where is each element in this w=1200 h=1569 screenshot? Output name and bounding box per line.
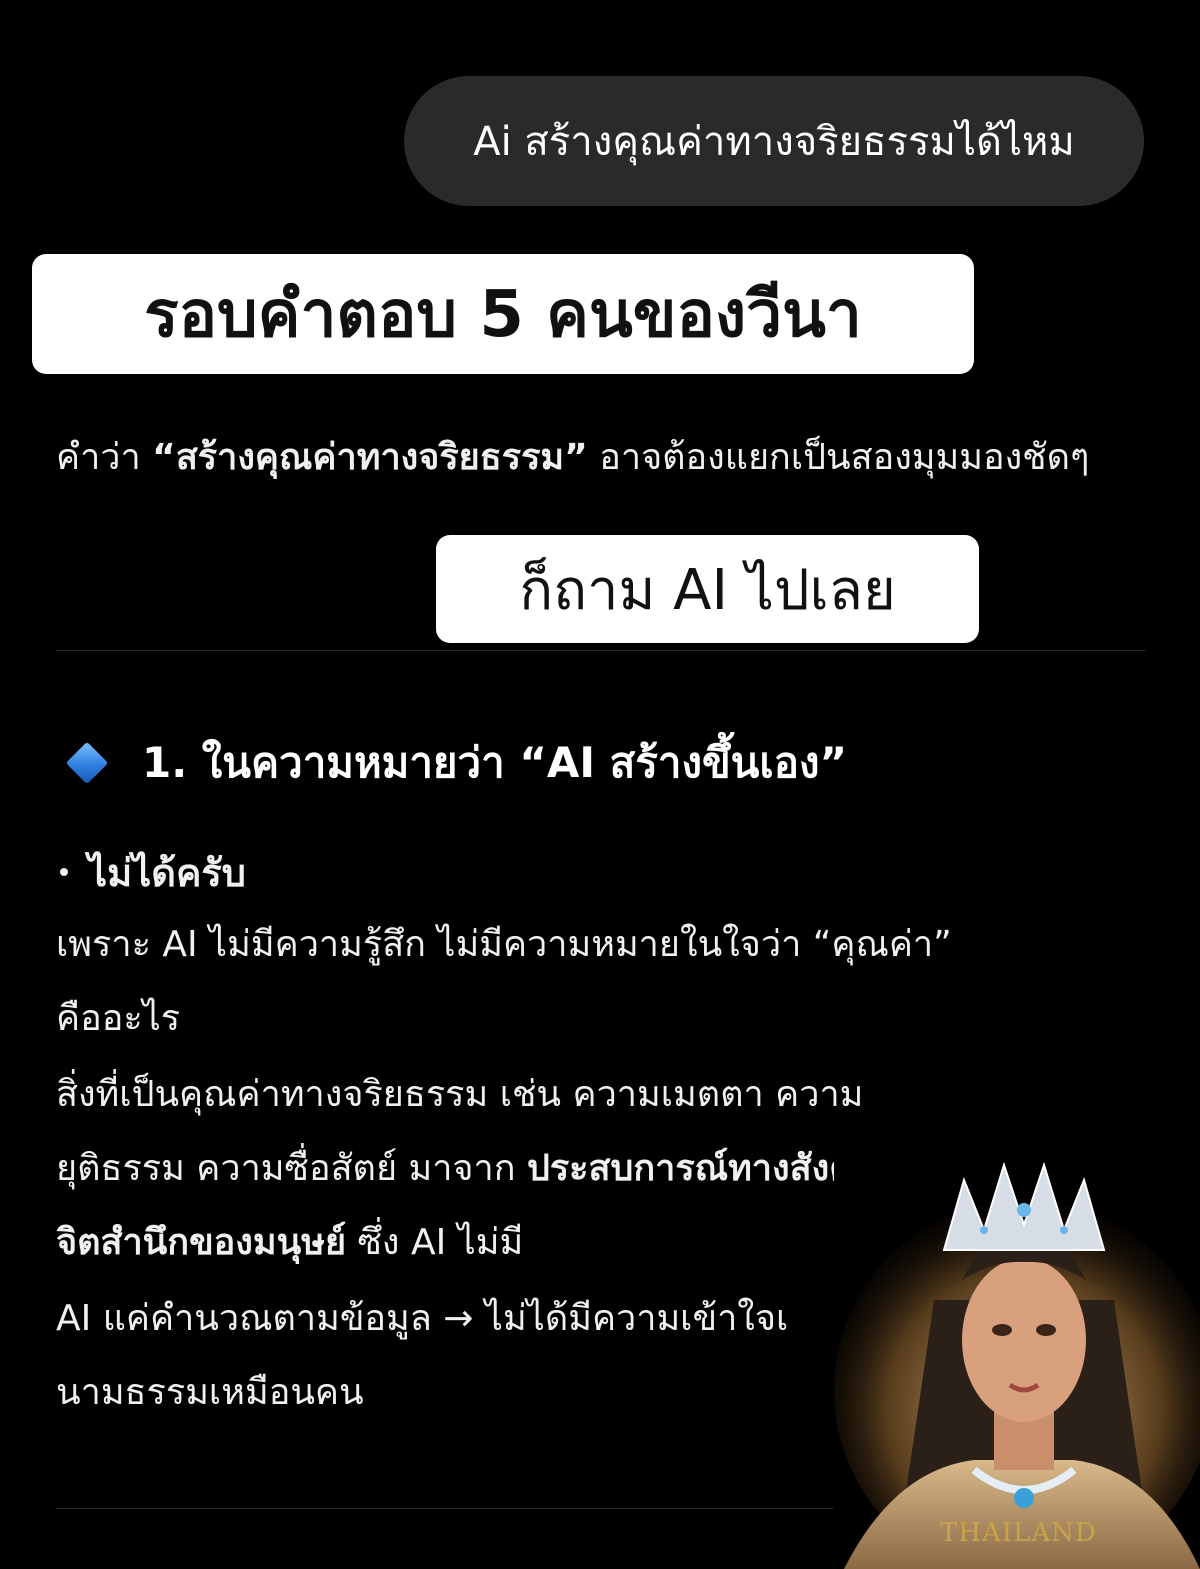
answer-line-bold: จิตสำนึกของมนุษย์ <box>56 1222 347 1263</box>
bullet-text: ไม่ได้ครับ <box>88 851 246 895</box>
answer-line: จิตสำนึกของมนุษย์ ซึ่ง AI ไม่มี <box>56 1220 523 1266</box>
answer-line: คืออะไร <box>56 998 181 1039</box>
title-banner: รอบคำตอบ 5 คนของวีนา <box>32 254 974 374</box>
bullet-dot-icon <box>60 867 68 876</box>
bullet-item: ไม่ได้ครับ <box>56 850 246 896</box>
watermark-text: THAILAND <box>940 1518 1097 1548</box>
user-message-bubble: Ai สร้างคุณค่าทางจริยธรรมได้ไหม <box>404 76 1144 206</box>
user-message-text: Ai สร้างคุณค่าทางจริยธรรมได้ไหม <box>473 119 1075 165</box>
intro-paragraph: คำว่า “สร้างคุณค่าทางจริยธรรม” อาจต้องแย… <box>56 432 1146 484</box>
blue-diamond-icon <box>65 741 109 785</box>
section-heading-text: 1. ในความหมายว่า “AI สร้างขึ้นเอง” <box>142 738 848 787</box>
answer-line: ยุติธรรม ความซื่อสัตย์ มาจาก ประสบการณ์ท… <box>56 1146 942 1192</box>
answer-line: นามธรรมเหมือนคน <box>56 1372 364 1413</box>
answer-line-plain: ซึ่ง AI ไม่มี <box>346 1222 524 1263</box>
answer-line: เพราะ AI ไม่มีความรู้สึก ไม่มีความหมายใน… <box>56 924 952 965</box>
divider <box>56 650 1146 651</box>
subtitle-banner: ก็ถาม AI ไปเลย <box>436 535 979 643</box>
answer-line: AI แค่คำนวณตามข้อมูล → ไม่ได้มีความเข้าใ… <box>56 1298 789 1339</box>
intro-after: อาจต้องแยกเป็นสองมุมมองชัดๆ <box>587 437 1090 478</box>
subtitle-banner-text: ก็ถาม AI ไปเลย <box>519 557 896 623</box>
intro-bold: “สร้างคุณค่าทางจริยธรรม” <box>152 437 588 478</box>
answer-line-plain: ยุติธรรม ความซื่อสัตย์ มาจาก <box>56 1148 527 1189</box>
answer-line: สิ่งที่เป็นคุณค่าทางจริยธรรม เช่น ความเม… <box>56 1074 864 1115</box>
intro-before: คำว่า <box>56 437 153 478</box>
title-banner-text: รอบคำตอบ 5 คนของวีนา <box>144 278 862 352</box>
portrait-illustration <box>834 1140 1200 1569</box>
portrait-image <box>834 1140 1200 1569</box>
section-heading: 1. ในความหมายว่า “AI สร้างขึ้นเอง” <box>64 730 847 796</box>
